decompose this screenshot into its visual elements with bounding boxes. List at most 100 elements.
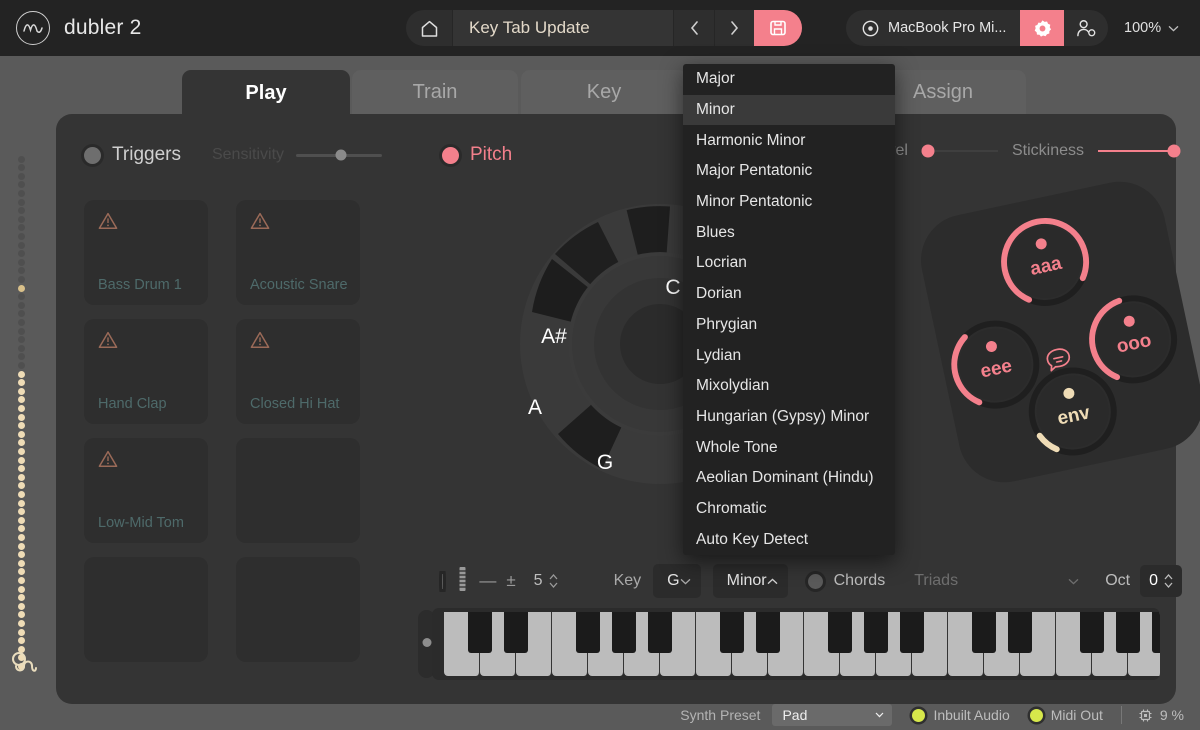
meter-dot bbox=[18, 172, 25, 180]
stickiness-slider-knob[interactable] bbox=[1167, 144, 1181, 158]
save-preset-button[interactable] bbox=[754, 10, 802, 46]
scale-option[interactable]: Lydian bbox=[683, 340, 895, 371]
cpu-value: 9 % bbox=[1159, 707, 1184, 723]
warning-triangle-icon bbox=[98, 212, 118, 235]
plus-minus-icon[interactable]: ± bbox=[506, 571, 515, 591]
piano-black-key[interactable] bbox=[720, 612, 744, 653]
pitch-status-led-icon[interactable] bbox=[442, 146, 459, 164]
audio-status-led-icon bbox=[912, 708, 926, 722]
scale-option[interactable]: Blues bbox=[683, 217, 895, 248]
piano-black-key[interactable] bbox=[756, 612, 780, 653]
trigger-pad-label: Closed Hi Hat bbox=[250, 395, 340, 412]
chords-select[interactable]: Triads bbox=[902, 566, 1087, 596]
piano-keyboard[interactable] bbox=[432, 608, 1160, 680]
scale-dropdown-menu[interactable]: Major Minor Harmonic Minor Major Pentatonic… bbox=[683, 64, 895, 555]
piano-black-key[interactable] bbox=[1008, 612, 1032, 653]
key-select[interactable]: G bbox=[653, 564, 701, 598]
piano-black-key[interactable] bbox=[1116, 612, 1140, 653]
scale-option[interactable]: Dorian bbox=[683, 279, 895, 310]
preset-next-button[interactable] bbox=[714, 10, 754, 46]
trigger-pad[interactable]: Hand Clap bbox=[84, 319, 208, 424]
meter-dot bbox=[18, 241, 25, 249]
level-slider-knob[interactable] bbox=[921, 144, 935, 158]
chords-label: Chords bbox=[833, 572, 886, 589]
trigger-pad[interactable] bbox=[236, 438, 360, 543]
preset-name-field[interactable]: Key Tab Update bbox=[452, 10, 674, 46]
meter-dot bbox=[18, 319, 25, 326]
stepper-updown-icon bbox=[1164, 574, 1173, 588]
preset-toolbar: Key Tab Update bbox=[406, 10, 802, 46]
piano-black-key[interactable] bbox=[1152, 612, 1160, 653]
piano-black-key[interactable] bbox=[504, 612, 528, 653]
scale-option[interactable]: Minor bbox=[683, 94, 895, 126]
knob-aaa[interactable]: aaa bbox=[991, 207, 1100, 316]
save-disk-icon bbox=[770, 20, 786, 36]
synth-preset-select[interactable]: Pad bbox=[772, 704, 893, 726]
scale-option[interactable]: Hungarian (Gypsy) Minor bbox=[683, 402, 895, 433]
piano-black-key[interactable] bbox=[576, 612, 600, 653]
trigger-pad-label: Acoustic Snare bbox=[250, 276, 348, 293]
status-bar: Synth Preset Pad Inbuilt Audio Midi Out … bbox=[0, 700, 1200, 730]
keyboard-range-slider-knob[interactable] bbox=[422, 638, 431, 647]
preset-prev-button[interactable] bbox=[674, 10, 714, 46]
scale-select[interactable]: Minor bbox=[712, 564, 788, 598]
meter-dot bbox=[18, 413, 25, 421]
meter-dot bbox=[18, 465, 25, 473]
triggers-header: Triggers Sensitivity bbox=[84, 138, 414, 172]
warning-triangle-icon bbox=[250, 212, 270, 235]
trigger-pad-label: Bass Drum 1 bbox=[98, 276, 182, 293]
minus-icon[interactable]: — bbox=[479, 571, 496, 591]
settings-button[interactable] bbox=[1020, 10, 1065, 46]
piano-black-key[interactable] bbox=[468, 612, 492, 653]
chevron-down-icon bbox=[876, 712, 884, 718]
scale-option[interactable]: Minor Pentatonic bbox=[683, 187, 895, 218]
scale-option[interactable]: Phrygian bbox=[683, 310, 895, 341]
trigger-pad[interactable] bbox=[84, 557, 208, 662]
piano-black-key[interactable] bbox=[972, 612, 996, 653]
scale-option[interactable]: Aeolian Dominant (Hindu) bbox=[683, 463, 895, 494]
trigger-pad[interactable]: Closed Hi Hat bbox=[236, 319, 360, 424]
scale-option[interactable]: Chromatic bbox=[683, 494, 895, 525]
zoom-selector[interactable]: 100% bbox=[1124, 10, 1179, 46]
meter-dot bbox=[18, 611, 25, 619]
piano-black-key[interactable] bbox=[828, 612, 852, 653]
home-button[interactable] bbox=[406, 10, 452, 46]
sensitivity-slider[interactable] bbox=[296, 149, 383, 161]
piano-black-key[interactable] bbox=[900, 612, 924, 653]
scale-option[interactable]: Mixolydian bbox=[683, 371, 895, 402]
tab-play[interactable]: Play bbox=[182, 70, 350, 116]
scale-option[interactable]: Major Pentatonic bbox=[683, 156, 895, 187]
scale-option[interactable]: Whole Tone bbox=[683, 432, 895, 463]
piano-black-key[interactable] bbox=[612, 612, 636, 653]
piano-black-key[interactable] bbox=[864, 612, 888, 653]
glide-slider-icon[interactable] bbox=[456, 566, 469, 597]
meter-dot bbox=[18, 181, 25, 189]
trigger-pad[interactable]: Acoustic Snare bbox=[236, 200, 360, 305]
tab-key[interactable]: Key bbox=[521, 70, 687, 114]
tab-train[interactable]: Train bbox=[352, 70, 518, 114]
chevron-down-icon bbox=[1068, 578, 1079, 584]
sensitivity-slider-knob[interactable] bbox=[335, 149, 347, 161]
stickiness-slider[interactable] bbox=[1098, 144, 1181, 158]
meter-dot bbox=[18, 293, 25, 301]
oct-stepper[interactable]: 0 bbox=[1140, 565, 1182, 597]
scale-option[interactable]: Auto Key Detect bbox=[683, 524, 895, 555]
trigger-pad[interactable]: Low-Mid Tom bbox=[84, 438, 208, 543]
meter-dot bbox=[18, 405, 25, 412]
meter-dot bbox=[18, 387, 25, 395]
triggers-section: Triggers Sensitivity Bass Drum 1 Acousti… bbox=[84, 138, 414, 684]
trigger-pad[interactable] bbox=[236, 557, 360, 662]
audio-device-selector[interactable]: MacBook Pro Mi... bbox=[846, 10, 1020, 46]
scale-option[interactable]: Locrian bbox=[683, 248, 895, 279]
triggers-status-led-icon[interactable] bbox=[84, 146, 101, 164]
chords-status-led-icon[interactable] bbox=[807, 573, 823, 589]
profile-button[interactable] bbox=[1064, 10, 1108, 46]
scale-option[interactable]: Major bbox=[683, 64, 895, 95]
piano-black-key[interactable] bbox=[648, 612, 672, 653]
glide-stepper[interactable]: 5 bbox=[534, 572, 558, 590]
piano-black-key[interactable] bbox=[1080, 612, 1104, 653]
meter-dot bbox=[18, 310, 25, 318]
scale-option[interactable]: Harmonic Minor bbox=[683, 125, 895, 156]
trigger-pad[interactable]: Bass Drum 1 bbox=[84, 200, 208, 305]
level-slider[interactable] bbox=[921, 144, 998, 158]
